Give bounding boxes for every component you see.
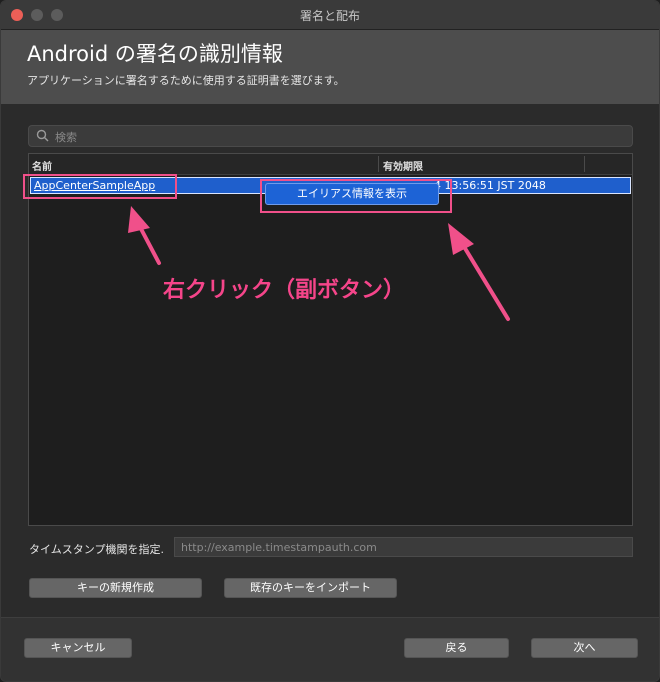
column-header-name[interactable]: 名前 [32, 158, 52, 173]
search-input[interactable] [53, 127, 617, 147]
search-icon [36, 129, 49, 142]
dialog-footer: キャンセル 戻る 次へ [1, 617, 659, 681]
back-button[interactable]: 戻る [404, 638, 509, 658]
signing-window: 署名と配布 Android の署名の識別情報 アプリケーションに署名するために使… [0, 0, 660, 682]
timestamp-label: タイムスタンプ機関を指定. [29, 543, 164, 556]
search-box[interactable] [28, 125, 633, 147]
new-key-button[interactable]: キーの新規作成 [29, 578, 202, 598]
highlight-box-row [23, 174, 177, 199]
title-bar: 署名と配布 [1, 1, 659, 30]
page-subtitle: アプリケーションに署名するために使用する証明書を選びます。 [27, 74, 345, 87]
column-divider[interactable] [378, 156, 379, 172]
page-title: Android の署名の識別情報 [27, 42, 283, 66]
page-header: Android の署名の識別情報 アプリケーションに署名するために使用する証明書… [1, 30, 659, 104]
column-header-expiry[interactable]: 有効期限 [383, 158, 423, 173]
table-header: 名前 有効期限 [29, 154, 632, 175]
timestamp-url-field[interactable] [174, 537, 633, 557]
next-button[interactable]: 次へ [531, 638, 638, 658]
cancel-button[interactable]: キャンセル [24, 638, 132, 658]
column-divider[interactable] [584, 156, 585, 172]
window-title: 署名と配布 [299, 9, 360, 23]
annotation-text: 右クリック（副ボタン） [163, 278, 406, 303]
highlight-box-menu [260, 179, 452, 213]
import-key-button[interactable]: 既存のキーをインポート [224, 578, 397, 598]
